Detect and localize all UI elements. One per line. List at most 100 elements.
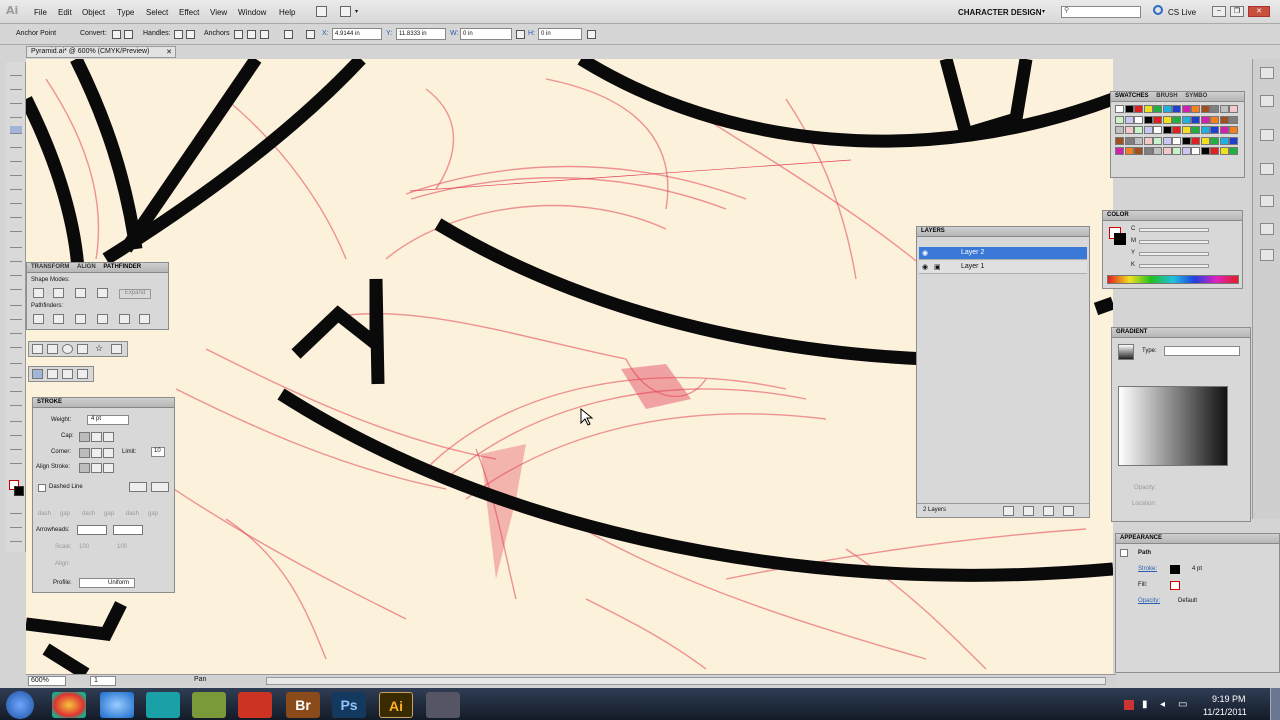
x-field[interactable]: 4.9144 in (332, 28, 382, 40)
swatch[interactable] (1153, 136, 1162, 145)
round-join-icon[interactable] (91, 448, 102, 458)
ink-stroke[interactable] (42, 643, 90, 674)
swatch[interactable] (1200, 147, 1210, 155)
camtasia-icon[interactable] (426, 692, 460, 718)
menu-edit[interactable]: Edit (58, 8, 72, 17)
magic-wand-tool-icon[interactable] (10, 96, 22, 104)
swatch[interactable] (1200, 136, 1210, 145)
gradient-preview[interactable] (1118, 386, 1228, 466)
tab-symbols[interactable]: SYMBO (1185, 93, 1207, 99)
swatch[interactable] (1172, 147, 1181, 155)
brushes-icon[interactable] (1260, 195, 1274, 207)
swatch[interactable] (1124, 105, 1134, 113)
swatch[interactable] (1229, 136, 1238, 145)
unity-icon[interactable] (146, 692, 180, 718)
arrange-chevron-icon[interactable]: ▾ (355, 8, 358, 15)
lasso-tool-icon[interactable] (10, 110, 22, 118)
black-slider[interactable] (1139, 264, 1209, 268)
star-icon[interactable]: ☆ (95, 343, 103, 354)
restore-icon[interactable]: ❐ (1230, 6, 1244, 17)
mesh-tool-icon[interactable] (10, 326, 22, 334)
make-clipping-mask-icon[interactable] (1003, 506, 1014, 516)
hide-handles-icon[interactable] (186, 30, 195, 39)
connect-anchors-icon[interactable] (247, 30, 256, 39)
isolate-icon[interactable] (306, 30, 315, 39)
scale-tool-icon[interactable] (10, 254, 22, 262)
visibility-eye-icon[interactable]: ◉ (922, 263, 928, 271)
tab-transform[interactable]: TRANSFORM (31, 264, 69, 270)
cut-path-icon[interactable] (260, 30, 269, 39)
column-graph-tool-icon[interactable] (10, 398, 22, 406)
swatch[interactable] (1153, 105, 1162, 113)
swatch[interactable] (1143, 147, 1153, 155)
layer-name[interactable]: Layer 1 (961, 263, 984, 270)
swatch[interactable] (1229, 105, 1238, 113)
swatch[interactable] (1153, 115, 1162, 124)
gradient-thumbnail[interactable] (1118, 344, 1134, 360)
new-layer-icon[interactable] (1043, 506, 1054, 516)
weight-field[interactable]: 4 pt (87, 415, 129, 425)
ink-stroke[interactable] (291, 278, 385, 385)
swatch[interactable] (1181, 126, 1191, 134)
illustrator-app-icon[interactable]: Ai (379, 692, 413, 718)
swatch[interactable] (1210, 105, 1219, 113)
bridge-icon[interactable] (316, 6, 327, 17)
color-spectrum[interactable] (1107, 275, 1239, 284)
show-handles-icon[interactable] (174, 30, 183, 39)
rectangle-tool-icon[interactable] (10, 168, 22, 176)
tab-brushes[interactable]: BRUSH (1156, 93, 1177, 99)
projecting-cap-icon[interactable] (103, 432, 114, 442)
pen-icon[interactable] (32, 369, 43, 379)
swatch[interactable] (1210, 147, 1219, 155)
swatch[interactable] (1134, 147, 1143, 155)
yellow-slider[interactable] (1139, 252, 1209, 256)
swatch[interactable] (1134, 126, 1143, 134)
menu-type[interactable]: Type (117, 8, 134, 17)
polygon-icon[interactable] (77, 344, 88, 354)
swatch[interactable] (1162, 147, 1172, 155)
layer-name[interactable]: Layer 2 (961, 249, 984, 256)
start-arrowhead-select[interactable] (77, 525, 107, 535)
swatch[interactable] (1229, 126, 1238, 134)
swatch[interactable] (1172, 136, 1181, 145)
delete-anchor-icon[interactable] (62, 369, 73, 379)
end-arrowhead-select[interactable] (113, 525, 143, 535)
ink-stroke[interactable] (434, 218, 927, 366)
appearance-fill-swatch[interactable] (1170, 581, 1180, 590)
swatch[interactable] (1143, 105, 1153, 113)
free-transform-tool-icon[interactable] (10, 282, 22, 290)
swatch[interactable] (1191, 105, 1200, 113)
blend-tool-icon[interactable] (10, 370, 22, 378)
menu-file[interactable]: File (34, 8, 47, 17)
minus-back-icon[interactable] (139, 314, 150, 324)
swatch[interactable] (1172, 105, 1181, 113)
menu-effect[interactable]: Effect (179, 8, 199, 17)
menu-select[interactable]: Select (146, 8, 168, 17)
swatch[interactable] (1219, 105, 1229, 113)
appearance-stroke-weight[interactable]: 4 pt (1192, 566, 1202, 572)
expand-button[interactable]: Expand (119, 289, 151, 299)
divide-icon[interactable] (33, 314, 44, 324)
butt-cap-icon[interactable] (79, 432, 90, 442)
artboard-tool-icon[interactable] (10, 414, 22, 422)
swatch[interactable] (1191, 136, 1200, 145)
limit-field[interactable]: 10 (151, 447, 165, 457)
shape-builder-tool-icon[interactable] (10, 298, 22, 306)
rectangle-icon[interactable] (32, 344, 43, 354)
photoshop-icon[interactable]: Ps (332, 692, 366, 718)
swatch[interactable] (1219, 136, 1229, 145)
trim-icon[interactable] (53, 314, 64, 324)
menu-window[interactable]: Window (238, 8, 266, 17)
y-field[interactable]: 11.8333 in (396, 28, 446, 40)
swatch[interactable] (1115, 105, 1124, 113)
zoom-field[interactable]: 600% (28, 676, 66, 686)
ellipse-icon[interactable] (62, 344, 73, 354)
zoom-tool-icon[interactable] (10, 456, 22, 464)
align-center-icon[interactable] (79, 463, 90, 473)
swatch[interactable] (1115, 115, 1124, 124)
color-guide-icon[interactable] (1260, 223, 1274, 235)
layer-row-2[interactable]: ◉ Layer 2 (919, 247, 1087, 260)
menu-help[interactable]: Help (279, 8, 295, 17)
internet-explorer-icon[interactable] (100, 692, 134, 718)
opacity-link[interactable]: Opacity: (1138, 598, 1160, 604)
